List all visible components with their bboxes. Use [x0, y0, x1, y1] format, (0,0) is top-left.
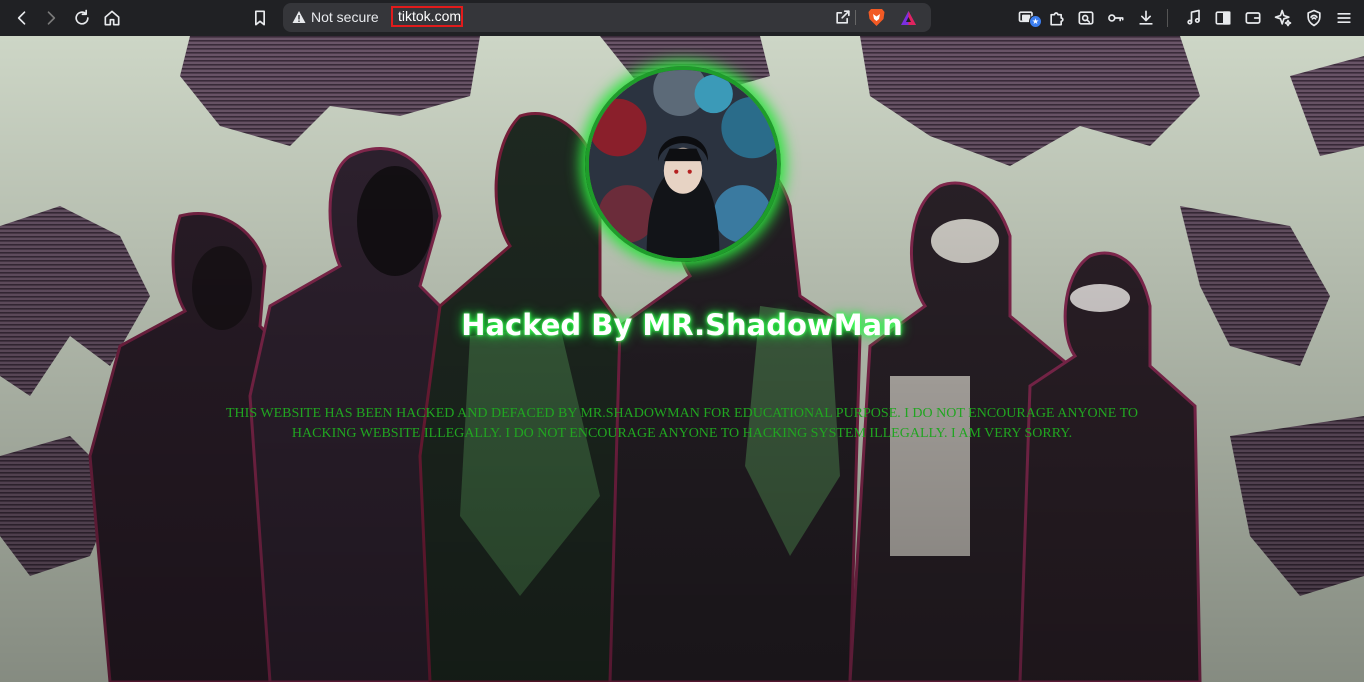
star-badge-icon: ★ — [1029, 15, 1042, 28]
download-icon[interactable] — [1134, 6, 1158, 30]
extensions-puzzle-icon[interactable] — [1045, 6, 1069, 30]
defacement-page: Hacked By MR.ShadowMan THIS WEBSITE HAS … — [0, 36, 1364, 682]
forward-arrow-icon[interactable] — [39, 6, 63, 30]
message-line-2: HACKING WEBSITE ILLEGALLY. I DO NOT ENCO… — [291, 426, 1073, 441]
url-text[interactable]: tiktok.com — [391, 6, 463, 27]
screen-capture-icon[interactable] — [1074, 6, 1098, 30]
warning-triangle-icon — [292, 11, 306, 23]
leo-ai-icon[interactable] — [1271, 6, 1295, 30]
share-icon[interactable] — [831, 5, 855, 29]
hacked-headline: Hacked By MR.ShadowMan — [461, 308, 903, 342]
back-arrow-icon[interactable] — [10, 6, 34, 30]
brave-lion-icon[interactable] — [868, 8, 885, 27]
security-status-label[interactable]: Not secure — [311, 9, 379, 26]
defacement-message: THIS WEBSITE HAS BEEN HACKED AND DEFACED… — [200, 404, 1164, 444]
bookmark-icon[interactable] — [248, 6, 272, 30]
message-line-1: THIS WEBSITE HAS BEEN HACKED AND DEFACED… — [226, 406, 1138, 421]
music-note-icon[interactable] — [1182, 6, 1206, 30]
browser-toolbar: Not secure tiktok.com ★ — [0, 0, 1364, 36]
reload-icon[interactable] — [70, 6, 94, 30]
key-icon[interactable] — [1104, 6, 1128, 30]
menu-icon[interactable] — [1332, 6, 1356, 30]
omnibox-divider — [855, 10, 856, 25]
address-bar[interactable]: Not secure tiktok.com — [283, 3, 931, 32]
home-icon[interactable] — [100, 6, 124, 30]
brave-rewards-icon[interactable] — [900, 10, 917, 26]
toolbar-divider — [1167, 9, 1168, 27]
hacker-avatar-image — [585, 66, 781, 262]
sidebar-icon[interactable] — [1211, 6, 1235, 30]
wallet-icon[interactable] — [1241, 6, 1265, 30]
vpn-shield-icon[interactable] — [1302, 6, 1326, 30]
